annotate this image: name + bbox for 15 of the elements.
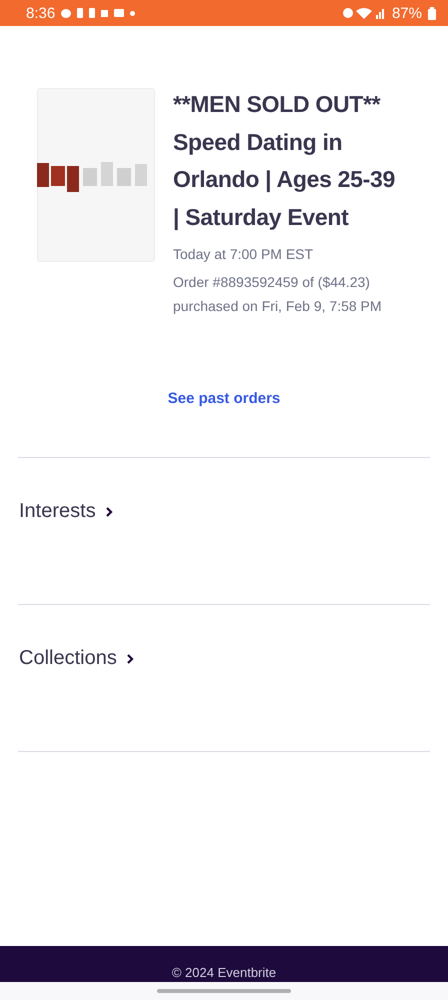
order-details: Order #8893592459 of ($44.23) purchased on Fri, Feb 9, 7:58 PM bbox=[173, 273, 383, 316]
status-time: 8:36 bbox=[26, 4, 56, 22]
battery-icon bbox=[428, 6, 436, 20]
chevron-icon bbox=[124, 652, 135, 664]
chevron-icon bbox=[104, 506, 114, 518]
event-time: Today at 7:00 PM EST bbox=[173, 245, 314, 264]
dot-icon bbox=[130, 10, 136, 16]
copyright-text: © 2024 Eventbrite bbox=[172, 965, 276, 982]
section-link[interactable]: Collections bbox=[19, 647, 135, 670]
section-link[interactable]: Interests bbox=[19, 500, 114, 523]
event-title[interactable]: **MEN SOLD OUT** Speed Dating in Orlando | Ages 25-39 | Saturday Event bbox=[173, 86, 399, 236]
system-icons bbox=[342, 6, 386, 20]
home-handle[interactable] bbox=[157, 989, 291, 993]
see-past-orders-link[interactable]: See past orders bbox=[168, 390, 280, 407]
battery-percent: 87% bbox=[392, 4, 422, 22]
